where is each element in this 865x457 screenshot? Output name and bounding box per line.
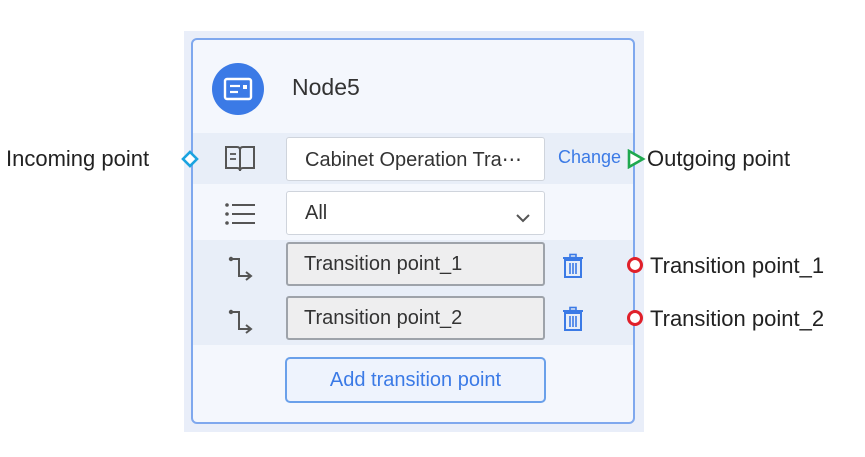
outgoing-point-marker-icon[interactable] (626, 148, 646, 174)
outgoing-point-label: Outgoing point (647, 146, 791, 171)
list-icon (222, 198, 258, 230)
change-link[interactable]: Change (558, 147, 621, 168)
filter-select[interactable]: All (286, 191, 545, 235)
transition-icon (222, 305, 258, 337)
transition-point-2-marker-icon[interactable] (626, 309, 644, 332)
chevron-down-icon (516, 206, 530, 229)
book-icon (222, 143, 258, 175)
transition-field-1[interactable]: Transition point_1 (286, 242, 545, 286)
node-title: Node5 (292, 74, 360, 100)
trash-icon[interactable] (561, 253, 585, 279)
incoming-point-marker-icon[interactable] (181, 150, 199, 173)
source-field[interactable]: Cabinet Operation Tra⋯ (286, 137, 545, 181)
terminal-card-icon (212, 63, 264, 115)
transition-point-1-label: Transition point_1 (650, 253, 825, 278)
trash-icon[interactable] (561, 306, 585, 332)
transition-icon (222, 252, 258, 284)
filter-select-value: All (305, 201, 328, 224)
transition-point-1-marker-icon[interactable] (626, 256, 644, 279)
incoming-point-label: Incoming point (6, 146, 150, 171)
transition-field-2-value: Transition point_2 (304, 306, 463, 329)
transition-field-2[interactable]: Transition point_2 (286, 296, 545, 340)
source-field-value: Cabinet Operation Tra⋯ (305, 148, 522, 171)
transition-field-1-value: Transition point_1 (304, 252, 463, 275)
add-transition-point-button[interactable]: Add transition point (285, 357, 546, 403)
transition-point-2-label: Transition point_2 (650, 306, 825, 331)
